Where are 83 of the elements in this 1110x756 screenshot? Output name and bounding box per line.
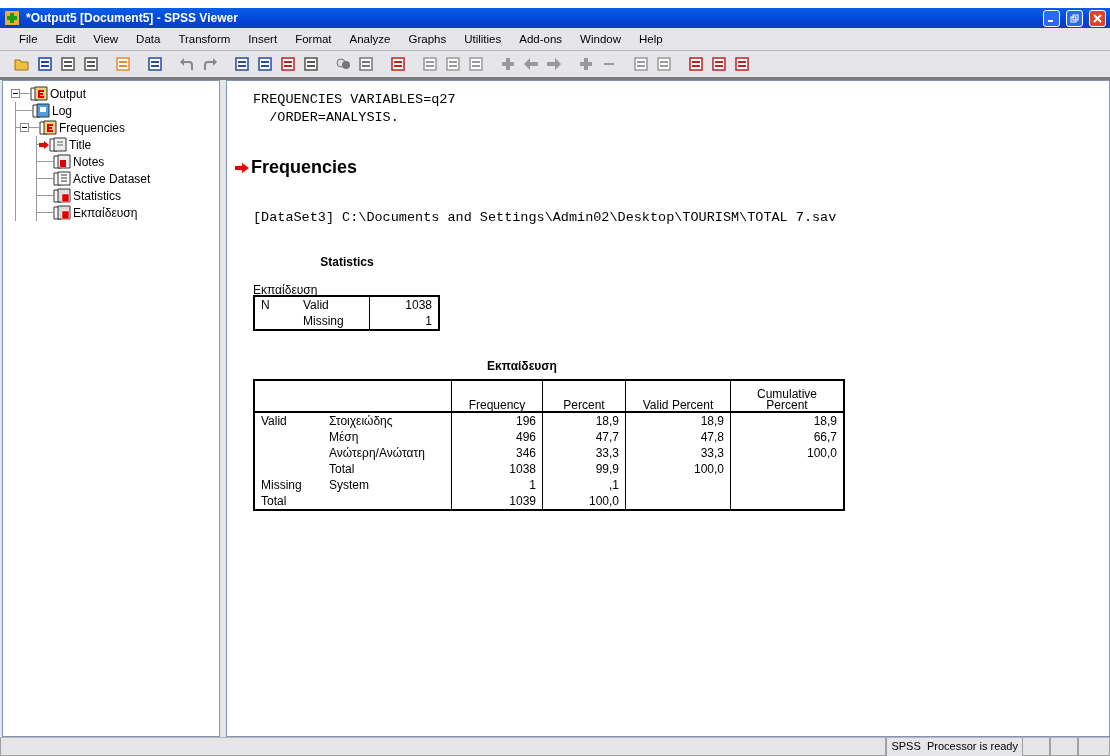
collapse-toggle[interactable]	[20, 123, 29, 132]
outline-item[interactable]: Εκπαίδευση	[71, 205, 140, 220]
table-title: Statistics	[319, 255, 375, 269]
column-header: Valid Percent	[625, 380, 731, 412]
menu-item[interactable]: Add-ons	[510, 33, 572, 45]
menu-item[interactable]: Window	[571, 33, 630, 45]
table-cell: 1039	[451, 493, 543, 510]
table-cell: 496	[451, 429, 543, 445]
collapse-toggle[interactable]	[11, 89, 20, 98]
syntax-text: FREQUENCIES VARIABLES=q27 /ORDER=ANALYSIS.	[253, 91, 457, 127]
table-cell: 33,3	[542, 445, 626, 461]
table-cell: Total	[323, 461, 452, 477]
table-cell: 18,9	[730, 412, 844, 429]
menu-item[interactable]: File	[10, 33, 47, 45]
outline-item[interactable]: Active Dataset	[71, 171, 153, 186]
dataset-path: [DataSet3] C:\Documents and Settings\Admin02\Desktop\TOURISM\TOTAL 7.sav	[253, 210, 838, 225]
table-cell: Μέση	[323, 429, 452, 445]
menu-item[interactable]: Utilities	[455, 33, 511, 45]
table-cell: Valid	[297, 296, 370, 313]
table-cell: 346	[451, 445, 543, 461]
table-cell: 1	[369, 313, 439, 330]
section-heading: Frequencies	[251, 157, 358, 178]
table-cell: Missing	[254, 477, 323, 493]
notes-icon	[53, 154, 71, 169]
menu-item[interactable]: Analyze	[340, 33, 400, 45]
table-cell: N	[254, 296, 297, 313]
log-icon	[32, 103, 50, 118]
menu-item[interactable]: Graphs	[399, 33, 456, 45]
column-header: Cumulative Percent	[730, 380, 844, 412]
menu-item[interactable]: Help	[630, 33, 672, 45]
menu-item[interactable]: Data	[127, 33, 170, 45]
restore-icon	[1070, 13, 1079, 23]
restore-button[interactable]	[1066, 9, 1083, 27]
table-icon	[53, 205, 71, 220]
table-cell: 1	[451, 477, 543, 493]
minimize-button[interactable]	[1043, 9, 1060, 27]
title-icon	[49, 137, 67, 152]
window-title: *Output5 [Document5] - SPSS Viewer	[26, 11, 239, 25]
menu-item[interactable]: Transform	[169, 33, 240, 45]
table-cell: 100,0	[625, 461, 731, 477]
table-cell: 18,9	[542, 412, 626, 429]
table-cell: 99,9	[542, 461, 626, 477]
table-icon	[53, 188, 71, 203]
table-cell: System	[323, 477, 452, 493]
table-cell: 47,7	[542, 429, 626, 445]
outline-item[interactable]: Notes	[71, 154, 107, 169]
table-cell: Missing	[297, 313, 370, 330]
column-header: Percent	[542, 380, 626, 412]
selection-arrow-icon	[235, 162, 249, 173]
close-button[interactable]	[1089, 9, 1106, 27]
document-icon	[53, 171, 71, 186]
table-cell: ,1	[542, 477, 626, 493]
table-cell: 33,3	[625, 445, 731, 461]
table-cell: 1038	[451, 461, 543, 477]
app-icon	[4, 10, 20, 26]
table-cell: Valid	[254, 412, 323, 429]
table-cell: Στοιχειώδης	[323, 412, 452, 429]
minimize-icon	[1047, 20, 1053, 22]
table-cell: 1038	[369, 296, 439, 313]
table-cell: Ανώτερη/Ανώτατη	[323, 445, 452, 461]
table-cell: 47,8	[625, 429, 731, 445]
outline-item[interactable]: Output	[48, 86, 89, 101]
table-cell: Total	[254, 493, 323, 510]
menu-item[interactable]: Format	[286, 33, 341, 45]
menu-item[interactable]: Insert	[239, 33, 287, 45]
menu-item[interactable]: Edit	[46, 33, 85, 45]
minus-icon	[12, 90, 19, 97]
menu-item[interactable]: View	[84, 33, 128, 45]
table-caption: Εκπαίδευση	[253, 285, 319, 295]
close-icon	[1093, 13, 1102, 23]
outline-item[interactable]: Log	[50, 103, 75, 118]
outline-item[interactable]: Statistics	[71, 188, 123, 203]
table-cell: 100,0	[730, 445, 844, 461]
minus-icon	[21, 124, 28, 131]
table-cell: 196	[451, 412, 543, 429]
column-header: Frequency	[451, 380, 543, 412]
status-text: SPSS Processor is ready	[886, 738, 1022, 756]
outline-item[interactable]: Title	[67, 137, 94, 152]
table-cell: 18,9	[625, 412, 731, 429]
outline-item[interactable]: Frequencies	[57, 120, 128, 135]
table-title: Εκπαίδευση	[486, 359, 558, 373]
table-cell: 66,7	[730, 429, 844, 445]
table-cell: 100,0	[542, 493, 626, 510]
